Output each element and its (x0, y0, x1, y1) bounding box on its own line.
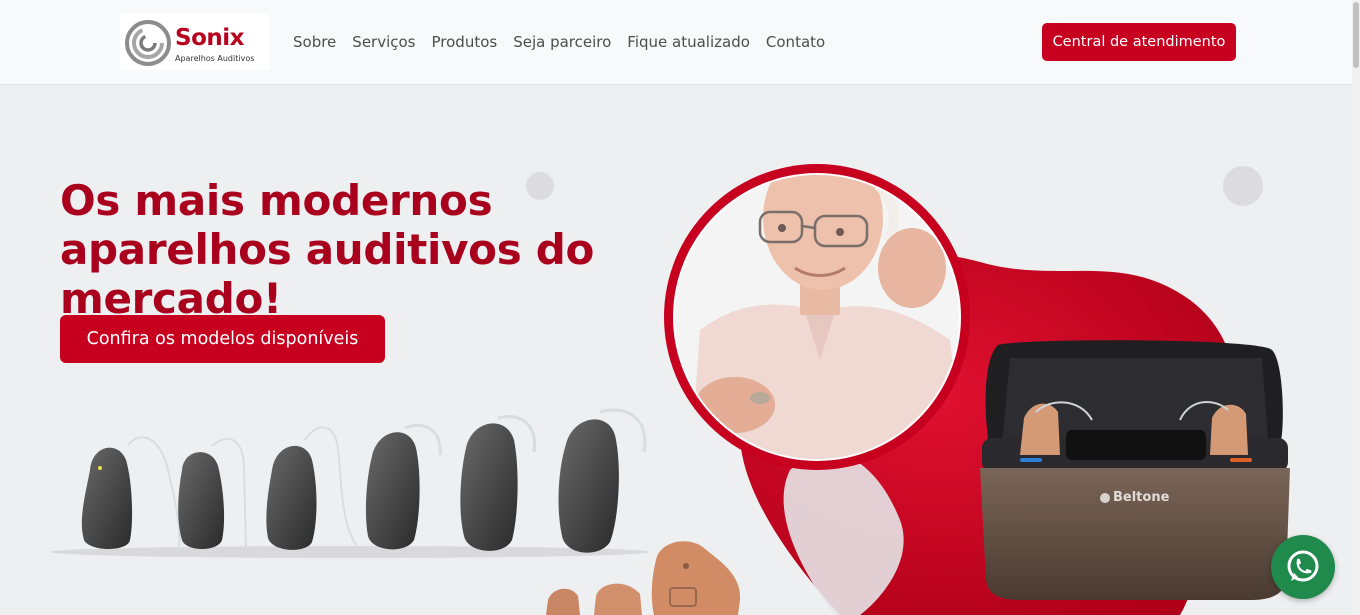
hearing-aid (558, 408, 647, 553)
whatsapp-button[interactable] (1271, 535, 1335, 599)
whatsapp-icon (1287, 550, 1319, 582)
nav-link-seja-parceiro[interactable]: Seja parceiro (513, 33, 611, 52)
central-atendimento-button[interactable]: Central de atendimento (1042, 23, 1236, 61)
charging-case (980, 340, 1290, 600)
decorative-dot (1223, 166, 1263, 206)
sonix-swirl-icon (125, 20, 171, 66)
hearing-aid-row (50, 408, 650, 558)
page-scrollbar[interactable] (1352, 0, 1360, 615)
brand-tagline: Aparelhos Auditivos (175, 54, 255, 63)
scrollbar-thumb[interactable] (1353, 2, 1359, 68)
confira-modelos-button[interactable]: Confira os modelos disponíveis (60, 315, 385, 363)
hero-headline: Os mais modernos aparelhos auditivos do … (60, 176, 660, 323)
case-brand-label: Beltone (1113, 490, 1170, 505)
nav-link-sobre[interactable]: Sobre (293, 33, 336, 52)
hero-headline-line2: aparelhos auditivos do (60, 225, 595, 275)
hearing-aid (266, 426, 357, 550)
nav-link-servicos[interactable]: Serviços (352, 33, 415, 52)
main-nav: Sobre Serviços Produtos Seja parceiro Fi… (293, 33, 841, 52)
hearing-aid (365, 423, 442, 550)
hero-headline-line1: Os mais modernos (60, 176, 493, 226)
navbar: Sonix Aparelhos Auditivos Sobre Serviços… (0, 0, 1352, 85)
hearing-aid (178, 437, 247, 549)
nav-link-fique-atualizado[interactable]: Fique atualizado (627, 33, 750, 52)
nav-link-contato[interactable]: Contato (766, 33, 825, 52)
hearing-aid (81, 436, 181, 551)
brand-name: Sonix (175, 25, 244, 51)
hearing-aid (460, 415, 537, 551)
nav-link-produtos[interactable]: Produtos (432, 33, 498, 52)
brand-logo[interactable]: Sonix Aparelhos Auditivos (120, 13, 270, 70)
